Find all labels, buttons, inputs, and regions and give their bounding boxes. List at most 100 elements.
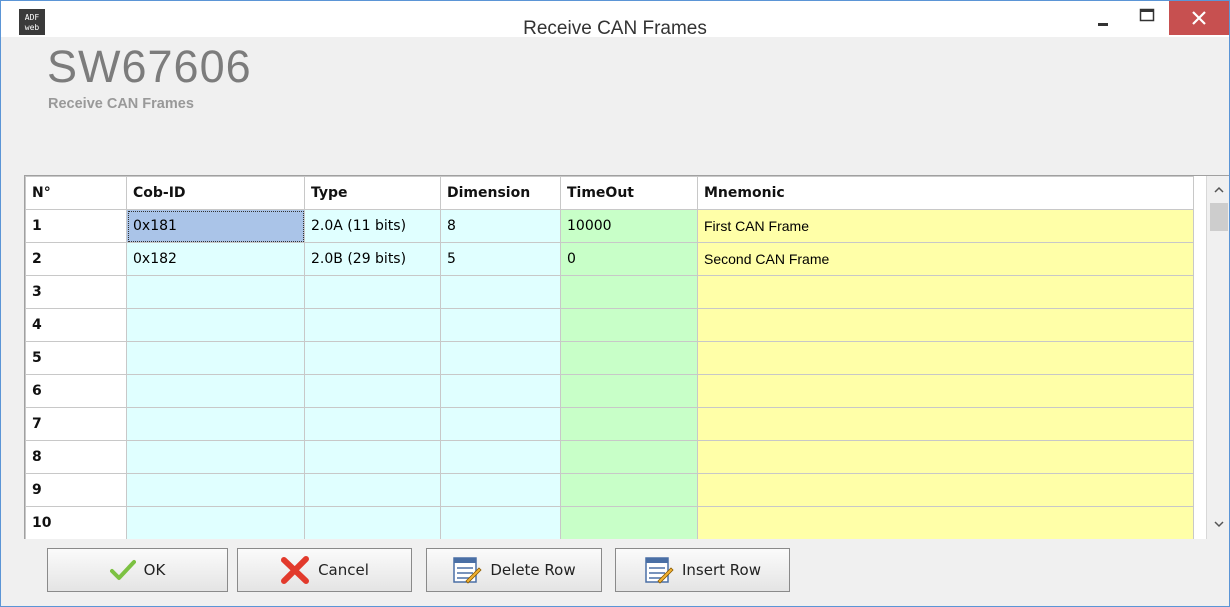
- scrollbar-thumb[interactable]: [1210, 203, 1228, 231]
- cob-id-cell[interactable]: [126, 308, 305, 342]
- timeout-cell[interactable]: [560, 407, 698, 441]
- table-row[interactable]: 6: [25, 374, 1194, 408]
- dimension-cell[interactable]: [440, 308, 561, 342]
- close-button[interactable]: [1169, 1, 1229, 35]
- mnemonic-cell[interactable]: [697, 473, 1194, 507]
- row-number[interactable]: 6: [25, 374, 127, 408]
- table-row[interactable]: 1 0x181 2.0A (11 bits) 8 10000 First CAN…: [25, 209, 1194, 243]
- dimension-cell[interactable]: [440, 275, 561, 309]
- mnemonic-cell[interactable]: [697, 341, 1194, 375]
- minimize-icon: [1098, 23, 1108, 26]
- timeout-cell[interactable]: [560, 506, 698, 540]
- table-row[interactable]: 2 0x182 2.0B (29 bits) 5 0 Second CAN Fr…: [25, 242, 1194, 276]
- type-cell[interactable]: [304, 407, 441, 441]
- timeout-cell[interactable]: [560, 341, 698, 375]
- vertical-scrollbar[interactable]: [1206, 176, 1230, 540]
- minimize-button[interactable]: [1083, 1, 1127, 37]
- ok-label: OK: [143, 561, 166, 579]
- timeout-cell[interactable]: [560, 473, 698, 507]
- cob-id-cell[interactable]: [126, 506, 305, 540]
- cob-id-cell[interactable]: [126, 440, 305, 474]
- row-number[interactable]: 7: [25, 407, 127, 441]
- row-number[interactable]: 9: [25, 473, 127, 507]
- dimension-cell[interactable]: [440, 473, 561, 507]
- type-cell[interactable]: 2.0A (11 bits): [304, 209, 441, 243]
- timeout-cell[interactable]: 0: [560, 242, 698, 276]
- col-header-type[interactable]: Type: [304, 176, 441, 210]
- dimension-cell[interactable]: 8: [440, 209, 561, 243]
- timeout-cell[interactable]: 10000: [560, 209, 698, 243]
- chevron-up-icon[interactable]: [1207, 180, 1230, 200]
- timeout-cell[interactable]: [560, 374, 698, 408]
- timeout-cell[interactable]: [560, 440, 698, 474]
- table-row[interactable]: 4: [25, 308, 1194, 342]
- table-row[interactable]: 3: [25, 275, 1194, 309]
- type-cell[interactable]: [304, 275, 441, 309]
- type-cell[interactable]: [304, 440, 441, 474]
- frames-grid: N° Cob-ID Type Dimension TimeOut Mnemoni…: [24, 175, 1230, 540]
- col-header-timeout[interactable]: TimeOut: [560, 176, 698, 210]
- col-header-dimension[interactable]: Dimension: [440, 176, 561, 210]
- col-header-num[interactable]: N°: [25, 176, 127, 210]
- cob-id-cell[interactable]: 0x181: [126, 209, 305, 243]
- mnemonic-cell[interactable]: First CAN Frame: [697, 209, 1194, 243]
- cob-id-cell[interactable]: [126, 341, 305, 375]
- dimension-cell[interactable]: [440, 374, 561, 408]
- cob-id-cell[interactable]: [126, 407, 305, 441]
- timeout-cell[interactable]: [560, 275, 698, 309]
- type-cell[interactable]: 2.0B (29 bits): [304, 242, 441, 276]
- check-icon: [109, 560, 136, 580]
- dimension-cell[interactable]: [440, 506, 561, 540]
- row-number[interactable]: 5: [25, 341, 127, 375]
- dimension-cell[interactable]: [440, 341, 561, 375]
- type-cell[interactable]: [304, 506, 441, 540]
- cob-id-cell[interactable]: 0x182: [126, 242, 305, 276]
- delete-row-button[interactable]: Delete Row: [426, 548, 602, 592]
- maximize-button[interactable]: [1125, 1, 1169, 37]
- mnemonic-cell[interactable]: [697, 374, 1194, 408]
- header-row: N° Cob-ID Type Dimension TimeOut Mnemoni…: [25, 176, 1194, 210]
- ok-button[interactable]: OK: [47, 548, 228, 592]
- type-cell[interactable]: [304, 374, 441, 408]
- frames-table: N° Cob-ID Type Dimension TimeOut Mnemoni…: [25, 176, 1194, 540]
- dimension-cell[interactable]: [440, 407, 561, 441]
- row-number[interactable]: 1: [25, 209, 127, 243]
- mnemonic-cell[interactable]: Second CAN Frame: [697, 242, 1194, 276]
- row-number[interactable]: 4: [25, 308, 127, 342]
- cancel-button[interactable]: Cancel: [237, 548, 412, 592]
- dimension-cell[interactable]: [440, 440, 561, 474]
- red-x-icon: [281, 556, 310, 584]
- table-row[interactable]: 9: [25, 473, 1194, 507]
- dimension-cell[interactable]: 5: [440, 242, 561, 276]
- mnemonic-cell[interactable]: [697, 407, 1194, 441]
- type-cell[interactable]: [304, 308, 441, 342]
- button-bar: OK Cancel Delete Row Insert Row: [1, 539, 1229, 606]
- mnemonic-cell[interactable]: [697, 308, 1194, 342]
- cob-id-cell[interactable]: [126, 374, 305, 408]
- cob-id-cell[interactable]: [126, 473, 305, 507]
- cob-id-cell[interactable]: [126, 275, 305, 309]
- product-subtitle: Receive CAN Frames: [48, 96, 194, 112]
- delete-row-icon: [453, 557, 482, 584]
- table-row[interactable]: 10: [25, 506, 1194, 540]
- type-cell[interactable]: [304, 341, 441, 375]
- row-number[interactable]: 3: [25, 275, 127, 309]
- insert-row-label: Insert Row: [682, 561, 761, 579]
- col-header-mnemonic[interactable]: Mnemonic: [697, 176, 1194, 210]
- maximize-icon: [1139, 8, 1155, 22]
- row-number[interactable]: 2: [25, 242, 127, 276]
- row-number[interactable]: 10: [25, 506, 127, 540]
- timeout-cell[interactable]: [560, 308, 698, 342]
- type-cell[interactable]: [304, 473, 441, 507]
- table-row[interactable]: 5: [25, 341, 1194, 375]
- mnemonic-cell[interactable]: [697, 440, 1194, 474]
- insert-row-button[interactable]: Insert Row: [615, 548, 790, 592]
- mnemonic-cell[interactable]: [697, 275, 1194, 309]
- table-row[interactable]: 8: [25, 440, 1194, 474]
- insert-row-icon: [645, 557, 674, 584]
- table-row[interactable]: 7: [25, 407, 1194, 441]
- mnemonic-cell[interactable]: [697, 506, 1194, 540]
- chevron-down-icon[interactable]: [1207, 514, 1230, 534]
- row-number[interactable]: 8: [25, 440, 127, 474]
- col-header-cob-id[interactable]: Cob-ID: [126, 176, 305, 210]
